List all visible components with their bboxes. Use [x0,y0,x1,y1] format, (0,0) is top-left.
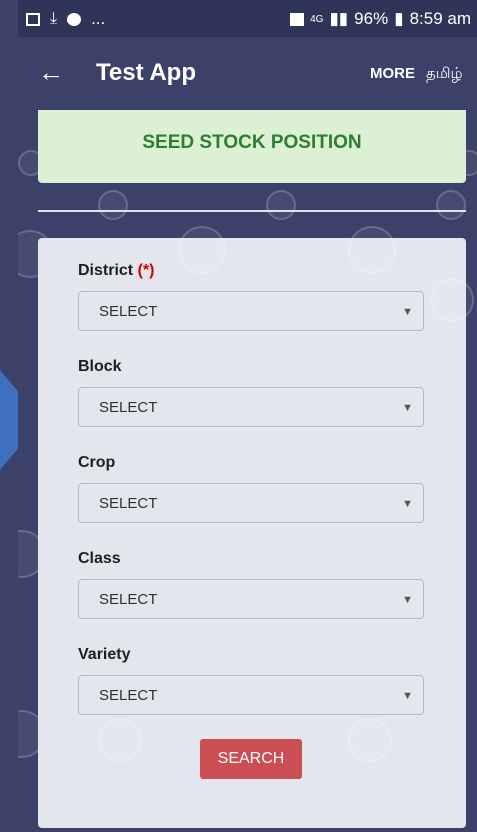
block-select-value: SELECT [99,399,158,416]
language-toggle[interactable]: தமிழ் [426,65,463,84]
district-select-value: SELECT [99,303,158,320]
variety-label: Variety [78,646,131,663]
variety-select[interactable]: SELECT ▼ [78,675,424,715]
image-icon [26,12,40,26]
crop-select[interactable]: SELECT ▼ [78,483,424,523]
dropdown-arrow-icon: ▼ [402,690,413,702]
dropdown-arrow-icon: ▼ [402,402,413,414]
bubble-decoration [98,190,128,220]
required-mark: (*) [137,262,155,279]
content-area: SEED STOCK POSITION District (*) SELECT … [18,110,477,832]
class-label: Class [78,550,121,567]
crop-select-value: SELECT [99,495,158,512]
district-label-text: District [78,262,134,279]
network-label: 4G [310,13,324,25]
bubble-decoration [436,190,466,220]
bubble-decoration [348,718,392,762]
sim-icon [290,12,305,26]
header-card: SEED STOCK POSITION [38,110,466,183]
record-icon [67,12,82,26]
status-ellipsis: ... [91,9,106,28]
dropdown-arrow-icon: ▼ [402,498,413,510]
variety-select-value: SELECT [99,687,158,704]
battery-icon: ▮ [394,9,404,28]
bubble-decoration [348,226,396,274]
search-form: District (*) SELECT ▼ Block SELECT ▼ Cro… [38,226,474,828]
app-bar: ← Test App MORE தமிழ் [18,37,477,110]
download-icon: ⤓ [50,10,58,27]
bubble-decoration [430,278,474,322]
block-label: Block [78,358,122,375]
clock: 8:59 am [409,9,471,28]
dropdown-arrow-icon: ▼ [402,306,413,318]
page-title: SEED STOCK POSITION [142,132,362,153]
back-arrow-icon[interactable]: ← [38,59,64,85]
more-button[interactable]: MORE [370,65,415,82]
bubble-decoration [178,226,226,274]
bubble-decoration [98,718,142,762]
district-select[interactable]: SELECT ▼ [78,291,424,331]
district-label: District (*) [78,262,154,280]
crop-label: Crop [78,454,116,471]
app-title: Test App [96,59,196,86]
bubble-decoration [266,190,296,220]
divider [38,210,466,212]
battery-level: 96% [354,9,389,28]
signal-icon: ▮▮ [329,9,349,28]
status-bar: ⤓ ... 4G ▮▮ 96% ▮ 8:59 am [18,0,477,37]
search-button[interactable]: SEARCH [200,739,302,779]
class-select[interactable]: SELECT ▼ [78,579,424,619]
dropdown-arrow-icon: ▼ [402,594,413,606]
block-select[interactable]: SELECT ▼ [78,387,424,427]
class-select-value: SELECT [99,591,158,608]
